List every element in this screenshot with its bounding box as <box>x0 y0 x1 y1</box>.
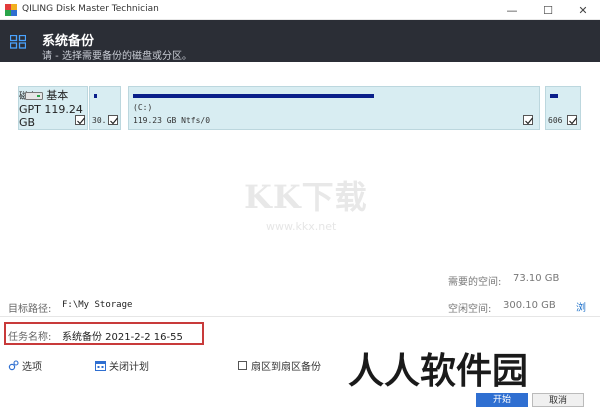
task-name-input[interactable]: 系统备份 2021-2-2 16-55 <box>62 328 183 343</box>
partition-c[interactable]: (C:) 119.23 GB Ntfs/0 <box>128 86 540 130</box>
required-space-label: 需要的空间: <box>448 277 502 288</box>
calendar-icon <box>95 361 106 371</box>
start-button[interactable]: 开始 <box>476 393 528 407</box>
page-header: 系统备份 请 - 选择需要备份的磁盘或分区。 <box>0 20 600 62</box>
title-bar: QILING Disk Master Technician — ☐ ✕ <box>0 0 600 20</box>
check-icon <box>569 117 577 125</box>
backup-icon <box>10 35 26 49</box>
check-icon <box>110 117 118 125</box>
watermark-logo-text: KK下载 <box>244 178 368 216</box>
watermark-url: www.kkx.net <box>266 220 337 233</box>
target-path-value[interactable]: F:\My Storage <box>62 300 132 310</box>
partition-3-checkbox[interactable] <box>567 115 577 125</box>
target-path-label: 目标路径: <box>8 304 52 315</box>
sector-backup-label: 扇区到扇区备份 <box>251 362 321 373</box>
schedule-button[interactable]: 关闭计划 <box>95 358 149 373</box>
maximize-button[interactable]: ☐ <box>533 0 563 20</box>
browse-link[interactable]: 浏 <box>576 299 586 314</box>
partition-3-usage-bar <box>550 94 558 98</box>
app-logo-icon <box>5 4 17 16</box>
partition-c-label: (C:) <box>133 103 153 112</box>
divider <box>0 316 600 317</box>
check-icon <box>77 117 85 125</box>
options-icon <box>8 360 19 371</box>
partition-1-checkbox[interactable] <box>108 115 118 125</box>
page-subtitle: 请 - 选择需要备份的磁盘或分区。 <box>42 51 192 62</box>
partition-c-caption: 119.23 GB Ntfs/0 <box>133 116 211 125</box>
available-space-value: 300.10 GB <box>503 300 556 311</box>
partition-c-checkbox[interactable] <box>523 115 533 125</box>
available-space-label: 空闲空间: <box>448 304 492 315</box>
cancel-button[interactable]: 取消 <box>532 393 584 407</box>
partition-c-usage-bar <box>133 94 374 98</box>
partition-1[interactable]: 30. <box>89 86 121 130</box>
partition-3[interactable]: 606 <box>545 86 581 130</box>
options-label: 选项 <box>22 362 42 373</box>
kk-watermark: KK下载 www.kkx.net <box>240 170 370 250</box>
check-icon <box>525 117 533 125</box>
task-name-label: 任务名称: <box>8 332 52 343</box>
brand-watermark: 人人软件园 <box>348 350 529 392</box>
minimize-button[interactable]: — <box>497 0 527 20</box>
partition-1-usage-bar <box>94 94 97 98</box>
sector-backup-checkbox[interactable] <box>238 361 247 370</box>
disk-info-block[interactable]: 磁盘0 基本 GPT 119.24 GB <box>18 86 88 130</box>
disk-checkbox[interactable] <box>75 115 85 125</box>
options-button[interactable]: 选项 <box>8 358 42 373</box>
partition-3-caption: 606 <box>548 116 563 125</box>
window-title: QILING Disk Master Technician <box>22 4 159 14</box>
schedule-label: 关闭计划 <box>109 362 149 373</box>
required-space-value: 73.10 GB <box>513 273 560 284</box>
hard-disk-icon <box>25 92 43 100</box>
sector-backup-option[interactable]: 扇区到扇区备份 <box>238 358 321 373</box>
close-button[interactable]: ✕ <box>568 0 598 20</box>
partition-1-caption: 30. <box>92 116 107 125</box>
